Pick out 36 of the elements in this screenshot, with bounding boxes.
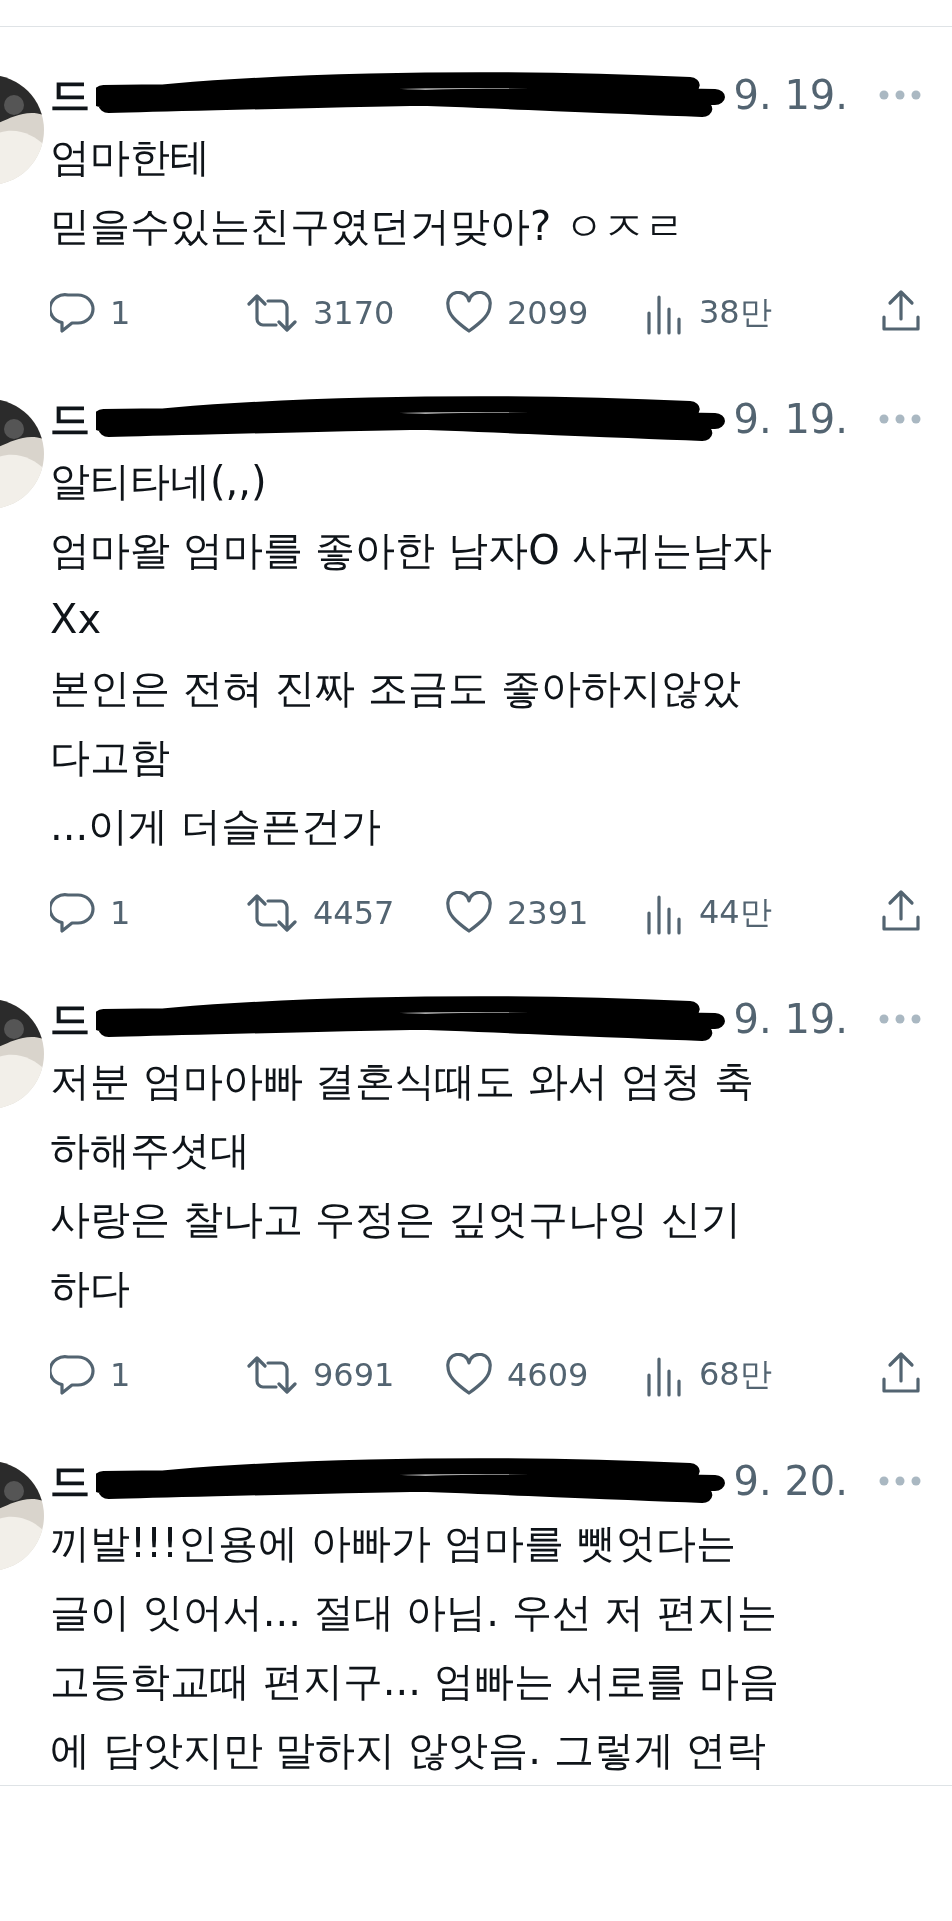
user-name[interactable]: 드 (50, 991, 90, 1047)
share-icon[interactable] (880, 1351, 922, 1395)
post-date: 9. 19. (733, 396, 848, 442)
like-count: 2391 (507, 894, 589, 932)
retweet-count: 4457 (313, 894, 395, 932)
retweet-count: 9691 (313, 1356, 395, 1394)
user-name[interactable]: 드 (50, 391, 90, 447)
reply-count: 1 (110, 294, 131, 332)
tweet-text: 저분 엄마아빠 결혼식때도 와서 엄청 축 하해주셧대 사랑은 찰나고 우정은 깊엇구나잉 신기 하다 (50, 1057, 755, 1313)
heart-icon[interactable] (445, 291, 493, 335)
tweet-text: 엄마한테 믿을수있는친구였던거맞아? ㅇㅈㄹ (50, 133, 685, 251)
reply-icon[interactable] (50, 891, 96, 935)
heart-icon[interactable] (445, 1353, 493, 1397)
user-name[interactable]: 드 (50, 1453, 90, 1509)
reply-icon[interactable] (50, 291, 96, 335)
like-count: 4609 (507, 1356, 589, 1394)
post-date: 9. 19. (733, 996, 848, 1042)
reply-count: 1 (110, 1356, 131, 1394)
tweet-text: 알티타네(,,) 엄마왈 엄마를 좋아한 남자O 사귀는남자 Xx 본인은 전혀 진짜 조금도 좋아하지않았 다고함 ...이게 더슬픈건가 (50, 457, 774, 851)
reply-icon[interactable] (50, 1353, 96, 1397)
retweet-count: 3170 (313, 294, 395, 332)
heart-icon[interactable] (445, 891, 493, 935)
post-date: 9. 19. (733, 72, 848, 118)
user-name[interactable]: 드 (50, 67, 90, 123)
retweet-icon[interactable] (245, 291, 299, 335)
retweet-icon[interactable] (245, 1353, 299, 1397)
reply-count: 1 (110, 894, 131, 932)
view-count: 68만 (699, 1354, 772, 1395)
tweet-text: 끼발!!!인용에 아빠가 엄마를 뺏엇다는 글이 잇어서... 절대 아님. 우선 저 편지는 고등학교때 편지구... 엄빠는 서로를 마음 에 담앗지만 말하지 않앗음. 그렇게 연락 (50, 1519, 780, 1775)
post-date: 9. 20. (733, 1458, 848, 1504)
view-count: 38만 (699, 292, 772, 333)
retweet-icon[interactable] (245, 891, 299, 935)
like-count: 2099 (507, 294, 589, 332)
share-icon[interactable] (880, 289, 922, 333)
share-icon[interactable] (880, 889, 922, 933)
view-count: 44만 (699, 892, 772, 933)
